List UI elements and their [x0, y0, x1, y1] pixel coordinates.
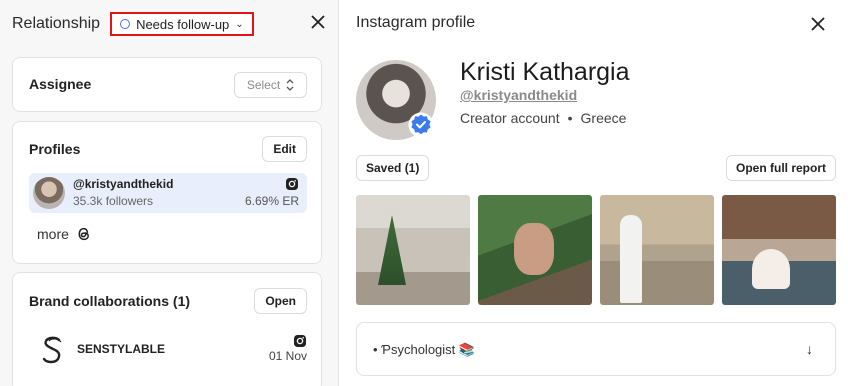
profile-followers: 35.3k followers	[73, 194, 154, 208]
bio-text: • Ƥsychologist 📚	[373, 342, 476, 357]
instagram-icon	[286, 178, 298, 190]
meta-separator: •	[567, 110, 573, 126]
profile-item[interactable]: @kristyandthekid 35.3k followers 6.69% E…	[29, 173, 307, 213]
status-label: Needs follow-up	[136, 16, 230, 32]
relationship-panel: Relationship Needs follow-up ⌄ Assignee …	[0, 0, 339, 386]
brand-name: SENSTYLABLE	[77, 342, 166, 356]
close-icon	[311, 15, 325, 29]
post-thumbnail[interactable]	[356, 195, 470, 305]
post-thumbnail[interactable]	[478, 195, 592, 305]
panel-title: Instagram profile	[356, 14, 476, 31]
brand-logo	[42, 336, 62, 364]
instagram-icon	[294, 335, 306, 347]
collaboration-date: 01 Nov	[268, 349, 307, 363]
sort-arrows-icon	[286, 79, 294, 91]
profile-meta: Creator account • Greece	[460, 110, 626, 126]
engagement-rate: 6.69% ER	[244, 194, 299, 208]
close-icon	[811, 17, 825, 31]
panel-title: Relationship	[12, 15, 101, 32]
avatar	[33, 177, 65, 209]
more-profiles-link[interactable]: more	[37, 226, 91, 242]
threads-icon	[78, 227, 89, 241]
instagram-profile-panel: Instagram profile Kristi Kathargia @kris…	[340, 0, 848, 386]
more-label: more	[37, 226, 69, 242]
status-circle-icon	[120, 19, 131, 29]
open-collaborations-button[interactable]: Open	[254, 288, 307, 314]
post-thumbnail[interactable]	[600, 195, 714, 305]
saved-button[interactable]: Saved (1)	[356, 155, 430, 181]
assignee-select[interactable]: Select	[234, 72, 307, 98]
post-thumbnail[interactable]	[722, 195, 836, 305]
profiles-card: Profiles Edit @kristyandthekid 35.3k fol…	[12, 121, 322, 264]
bio-expandable[interactable]: • Ƥsychologist 📚 ↓	[356, 322, 836, 376]
close-relationship-button[interactable]	[308, 12, 328, 32]
verified-badge-icon	[408, 112, 434, 138]
arrow-down-icon: ↓	[806, 341, 813, 357]
profile-country: Greece	[580, 110, 627, 126]
profile-handle: @kristyandthekid	[73, 177, 174, 191]
assignee-label: Assignee	[29, 76, 92, 92]
brand-collaborations-label: Brand collaborations (1)	[29, 293, 191, 309]
profiles-label: Profiles	[29, 141, 81, 157]
brand-collaborations-card: Brand collaborations (1) Open SENSTYLABL…	[12, 272, 322, 386]
edit-profiles-button[interactable]: Edit	[262, 136, 307, 162]
assignee-card: Assignee Select	[12, 57, 322, 112]
close-profile-button[interactable]	[808, 14, 828, 34]
assignee-select-label: Select	[246, 78, 281, 92]
account-type: Creator account	[460, 110, 560, 126]
status-dropdown[interactable]: Needs follow-up ⌄	[110, 12, 254, 36]
relationship-header: Relationship Needs follow-up ⌄	[12, 10, 324, 38]
profile-name: Kristi Kathargia	[460, 58, 630, 86]
profile-handle-link[interactable]: @kristyandthekid	[460, 87, 577, 103]
chevron-down-icon: ⌄	[235, 18, 244, 30]
open-full-report-button[interactable]: Open full report	[726, 155, 836, 181]
